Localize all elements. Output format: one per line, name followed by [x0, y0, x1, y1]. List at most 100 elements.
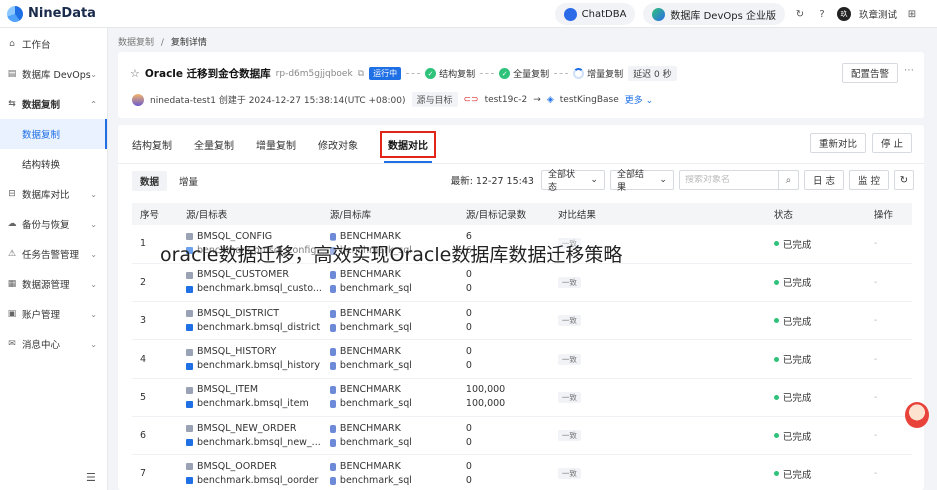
source-db: BENCHMARK: [339, 307, 401, 319]
sidebar-item-label: 数据复制: [22, 100, 61, 111]
row-op: -: [865, 416, 912, 456]
ninedata-logo-icon: [7, 5, 23, 22]
sidebar-item-backup[interactable]: ☁ 备份与恢复 ⌄: [0, 209, 107, 239]
source-count: 0: [465, 269, 472, 281]
chevron-down-icon: ⌄: [659, 175, 667, 185]
sidebar-subitem-schema-convert[interactable]: 结构转换: [0, 149, 107, 179]
target-count: 0: [465, 360, 472, 372]
breadcrumb-parent[interactable]: 数据复制: [118, 38, 154, 48]
language-icon[interactable]: ⊞: [905, 7, 919, 21]
target-db: benchmark_sql: [339, 360, 412, 372]
arrow-icon: →: [533, 94, 541, 105]
target-name[interactable]: testKingBase: [560, 95, 619, 105]
table-icon: [186, 425, 193, 433]
latest-value: 12-27 15:43: [475, 176, 534, 187]
sidebar-item-label: 数据库 DevOps: [22, 70, 91, 81]
devops-label: 数据库 DevOps 企业版: [670, 10, 776, 22]
devops-edition-button[interactable]: 数据库 DevOps 企业版: [643, 3, 785, 25]
status-dot-icon: [773, 433, 779, 439]
search-icon[interactable]: ⌕: [777, 171, 798, 189]
table-icon: [186, 310, 193, 318]
source-count: 0: [465, 422, 472, 434]
top-bar: NineData ChatDBA 数据库 DevOps 企业版 ↻ ? 玖 玖章…: [0, 0, 937, 28]
col-status: 状态: [765, 203, 866, 225]
search-input[interactable]: [679, 175, 778, 185]
configure-alarm-button[interactable]: 配置告警: [841, 63, 898, 83]
result-select[interactable]: 全部结果 ⌄: [609, 170, 674, 193]
copy-icon[interactable]: ⧉: [358, 69, 364, 79]
refresh-icon[interactable]: ↻: [894, 170, 914, 190]
row-op: -: [865, 301, 912, 341]
user-name[interactable]: 玖章测试: [859, 7, 897, 21]
row-dbs: BENCHMARK benchmark_sql: [321, 378, 458, 417]
more-icon[interactable]: ⋯: [904, 65, 914, 76]
search-box: ⌕: [678, 170, 799, 190]
row-dbs: BENCHMARK benchmark_sql: [321, 301, 458, 341]
source-table: BMSQL_NEW_ORDER: [197, 422, 297, 434]
row-dbs: BENCHMARK benchmark_sql: [321, 454, 458, 490]
segment-incremental[interactable]: 增量: [171, 171, 206, 191]
source-table: BMSQL_DISTRICT: [197, 307, 280, 319]
user-avatar[interactable]: 玖: [836, 7, 851, 21]
log-button[interactable]: 日 志: [803, 170, 844, 190]
sidebar-item-label: 工作台: [22, 40, 51, 51]
compare-icon: ⊟: [8, 189, 16, 199]
database-icon: [329, 271, 336, 280]
row-result: 一致: [549, 454, 766, 490]
chevron-down-icon: ⌄: [90, 189, 97, 199]
tab-data-compare[interactable]: 数据对比: [380, 130, 436, 163]
tab-incremental[interactable]: 增量复制: [256, 137, 296, 152]
sidebar-item-account[interactable]: ▣ 账户管理 ⌄: [0, 299, 107, 329]
chevron-down-icon: ⌄: [590, 175, 598, 185]
sidebar-item-compare[interactable]: ⊟ 数据库对比 ⌄: [0, 179, 107, 209]
chevron-down-icon: ⌄: [90, 339, 97, 349]
stop-button[interactable]: 停 止: [871, 133, 912, 153]
chatdba-button[interactable]: ChatDBA: [554, 3, 636, 25]
table-icon: [186, 463, 193, 471]
sidebar-item-alarm[interactable]: ⚠ 任务告警管理 ⌄: [0, 239, 107, 269]
target-count: 0: [465, 283, 472, 295]
assistant-avatar-icon[interactable]: [905, 402, 929, 428]
source-table: BMSQL_ITEM: [197, 384, 259, 396]
result-badge: 一致: [557, 353, 581, 365]
col-db: 源/目标库: [321, 203, 458, 225]
alarm-icon: ⚠: [7, 249, 17, 259]
step-structure: ✓ 结构复制: [425, 67, 475, 80]
tab-full[interactable]: 全量复制: [194, 137, 234, 152]
sidebar-item-label: 消息中心: [22, 340, 61, 351]
sidebar-subitem-replication[interactable]: 数据复制: [0, 119, 107, 149]
recompare-button[interactable]: 重新对比: [809, 133, 866, 153]
more-link[interactable]: 更多 ⌄: [625, 93, 653, 106]
status-dot-icon: [773, 394, 779, 400]
tab-structure[interactable]: 结构复制: [132, 137, 172, 152]
tab-modify-objects[interactable]: 修改对象: [318, 137, 358, 152]
sidebar-item-messages[interactable]: ✉ 消息中心 ⌄: [0, 329, 107, 359]
row-counts: 00: [457, 263, 550, 303]
collapse-sidebar-icon[interactable]: ☰: [86, 471, 96, 484]
star-icon[interactable]: ☆: [130, 67, 140, 80]
notification-icon[interactable]: ↻: [793, 7, 807, 21]
sidebar-item-devops[interactable]: ▤ 数据库 DevOps ⌄: [0, 59, 107, 89]
table-icon: [186, 285, 193, 293]
source-name[interactable]: test19c-2: [485, 95, 528, 105]
delay-label: 延迟: [633, 70, 652, 80]
chevron-down-icon: ⌄: [90, 279, 97, 289]
status-select[interactable]: 全部状态 ⌄: [540, 170, 605, 193]
breadcrumb: 数据复制 / 复制详情: [118, 35, 207, 48]
result-select-value: 全部结果: [616, 170, 644, 193]
monitor-button[interactable]: 监 控: [848, 170, 889, 190]
sidebar-item-datasource[interactable]: ▦ 数据源管理 ⌄: [0, 269, 107, 299]
sidebar-item-workbench[interactable]: ⌂ 工作台: [0, 29, 107, 59]
status-text: 已完成: [782, 316, 812, 328]
check-icon: ✓: [425, 68, 437, 79]
logo[interactable]: NineData: [7, 5, 96, 22]
account-icon: ▣: [7, 309, 17, 319]
table-row: 7 BMSQL_OORDER benchmark.bmsql_oorder BENCH…: [132, 454, 912, 490]
row-status: 已完成: [765, 416, 866, 456]
sidebar-item-replication[interactable]: ⇆ 数据复制 ⌃: [0, 89, 107, 119]
help-icon[interactable]: ?: [815, 7, 829, 21]
status-dot-icon: [773, 471, 779, 477]
segment-data[interactable]: 数据: [132, 171, 168, 191]
row-result: 一致: [549, 339, 766, 379]
row-op: -: [865, 454, 912, 490]
